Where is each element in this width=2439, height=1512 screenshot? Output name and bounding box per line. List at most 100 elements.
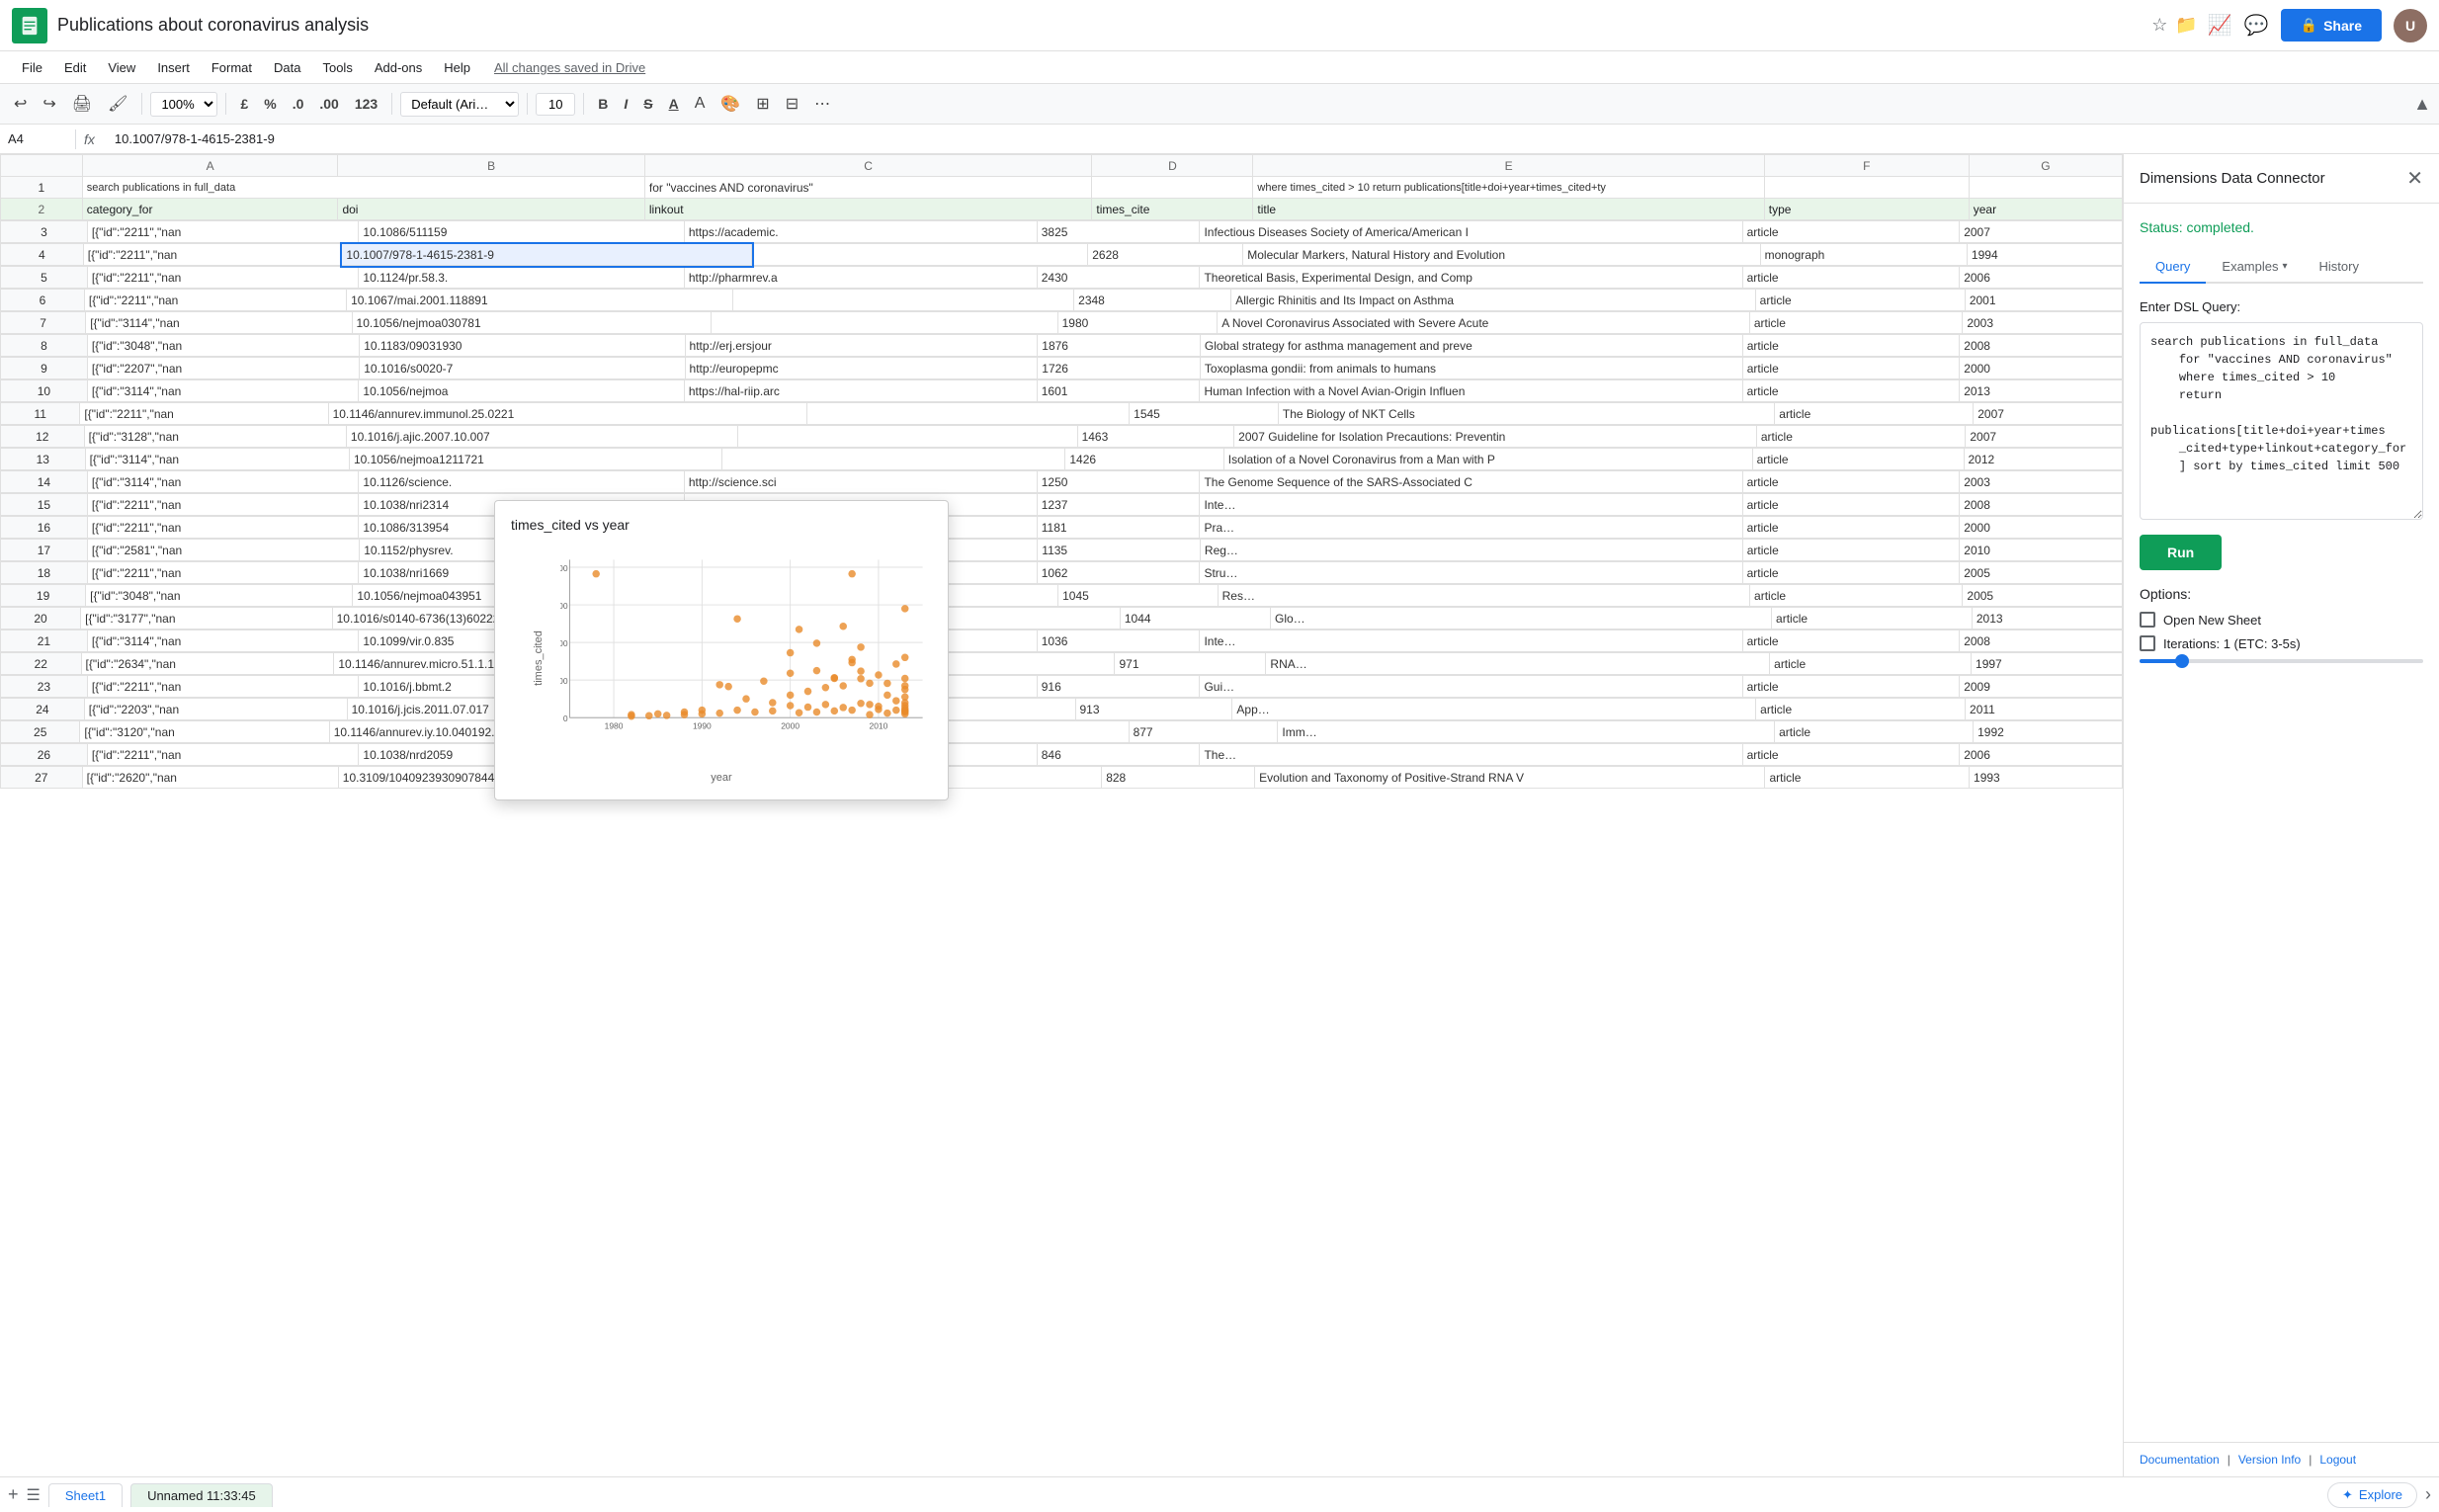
cell-G10[interactable]: 2013 — [1960, 380, 2123, 402]
menu-format[interactable]: Format — [202, 56, 262, 79]
cell-F19[interactable]: article — [1750, 585, 1963, 607]
cell-A6[interactable]: [{"id":"2211","nan — [84, 290, 346, 311]
cell-E23[interactable]: Gui… — [1200, 676, 1742, 698]
cell-D25[interactable]: 877 — [1129, 721, 1278, 743]
cell-F1[interactable] — [1764, 177, 1969, 199]
cell-E9[interactable]: Toxoplasma gondii: from animals to human… — [1200, 358, 1742, 379]
cell-F11[interactable]: article — [1775, 403, 1974, 425]
col-header-C[interactable]: C — [644, 155, 1092, 177]
cell-F20[interactable]: article — [1772, 608, 1973, 630]
cell-A15[interactable]: [{"id":"2211","nan — [87, 494, 359, 516]
run-button[interactable]: Run — [2140, 535, 2222, 570]
bold-button[interactable]: B — [592, 92, 614, 116]
paint-format-button[interactable]: 🖌 — [102, 90, 133, 118]
cell-A16[interactable]: [{"id":"2211","nan — [87, 517, 359, 539]
underline-button[interactable]: A — [663, 92, 685, 116]
cell-G25[interactable]: 1992 — [1974, 721, 2123, 743]
cell-B10[interactable]: 10.1056/nejmoa — [359, 380, 684, 402]
comments-icon[interactable]: 💬 — [2244, 13, 2269, 38]
cell-G17[interactable]: 2010 — [1960, 540, 2123, 561]
cell-F8[interactable]: article — [1742, 335, 1960, 357]
cell-D1[interactable] — [1092, 177, 1253, 199]
cell-F23[interactable]: article — [1742, 676, 1960, 698]
cell-B13[interactable]: 10.1056/nejmoa1211721 — [349, 449, 721, 470]
cell-C5[interactable]: http://pharmrev.a — [684, 267, 1037, 289]
font-select[interactable]: Default (Ari… — [400, 92, 519, 117]
cell-A23[interactable]: [{"id":"2211","nan — [87, 676, 359, 698]
cell-F12[interactable]: article — [1756, 426, 1965, 448]
cell-E14[interactable]: The Genome Sequence of the SARS-Associat… — [1200, 471, 1742, 493]
more-button[interactable]: ⋯ — [808, 90, 836, 118]
menu-view[interactable]: View — [98, 56, 145, 79]
cell-A25[interactable]: [{"id":"3120","nan — [80, 721, 329, 743]
cell-C8[interactable]: http://erj.ersjour — [685, 335, 1038, 357]
cell-A11[interactable]: [{"id":"2211","nan — [80, 403, 328, 425]
version-info-link[interactable]: Version Info — [2238, 1453, 2301, 1467]
cell-C13[interactable] — [721, 449, 1065, 470]
sheet-tab-named-range[interactable]: Unnamed 11:33:45 — [130, 1483, 273, 1507]
cell-E1[interactable]: where times_cited > 10 return publicatio… — [1253, 177, 1764, 199]
cell-C6[interactable] — [733, 290, 1074, 311]
cell-A26[interactable]: [{"id":"2211","nan — [87, 744, 359, 766]
cell-C1[interactable]: for "vaccines AND coronavirus" — [644, 177, 1092, 199]
dsl-query-input[interactable] — [2140, 322, 2423, 520]
cell-E5[interactable]: Theoretical Basis, Experimental Design, … — [1200, 267, 1742, 289]
sheet-tab-sheet1[interactable]: Sheet1 — [48, 1483, 123, 1507]
cell-F18[interactable]: article — [1742, 562, 1960, 584]
cell-D21[interactable]: 1036 — [1037, 630, 1200, 652]
cell-B6[interactable]: 10.1067/mai.2001.118891 — [347, 290, 733, 311]
menu-addons[interactable]: Add-ons — [365, 56, 432, 79]
cell-E2[interactable]: title — [1253, 199, 1764, 220]
cell-F4[interactable]: monograph — [1760, 244, 1967, 266]
cell-D27[interactable]: 828 — [1102, 767, 1255, 789]
cell-F21[interactable]: article — [1742, 630, 1960, 652]
collapse-toolbar-button[interactable]: ▲ — [2413, 94, 2431, 115]
cell-E17[interactable]: Reg… — [1200, 540, 1742, 561]
cell-E8[interactable]: Global strategy for asthma management an… — [1200, 335, 1742, 357]
iterations-slider[interactable] — [2140, 659, 2423, 663]
cell-A19[interactable]: [{"id":"3048","nan — [86, 585, 353, 607]
cell-A5[interactable]: [{"id":"2211","nan — [87, 267, 359, 289]
cell-D10[interactable]: 1601 — [1037, 380, 1200, 402]
cell-D9[interactable]: 1726 — [1038, 358, 1201, 379]
cell-A14[interactable]: [{"id":"3114","nan — [87, 471, 359, 493]
cell-G14[interactable]: 2003 — [1960, 471, 2123, 493]
cell-reference[interactable]: A4 — [8, 131, 67, 146]
cell-A10[interactable]: [{"id":"3114","nan — [87, 380, 359, 402]
cell-A20[interactable]: [{"id":"3177","nan — [81, 608, 332, 630]
cell-B8[interactable]: 10.1183/09031930 — [360, 335, 685, 357]
cell-C3[interactable]: https://academic. — [684, 221, 1037, 243]
cell-E10[interactable]: Human Infection with a Novel Avian-Origi… — [1200, 380, 1742, 402]
cell-G5[interactable]: 2006 — [1960, 267, 2123, 289]
cell-E3[interactable]: Infectious Diseases Society of America/A… — [1200, 221, 1742, 243]
cell-B11[interactable]: 10.1146/annurev.immunol.25.0221 — [328, 403, 806, 425]
cell-G18[interactable]: 2005 — [1960, 562, 2123, 584]
close-side-panel-button[interactable]: ✕ — [2406, 166, 2423, 191]
cell-A2[interactable]: category_for — [82, 199, 338, 220]
menu-data[interactable]: Data — [264, 56, 310, 79]
cell-C4[interactable] — [752, 244, 1088, 266]
add-sheet-button[interactable]: + — [8, 1484, 19, 1505]
cell-F2[interactable]: type — [1764, 199, 1969, 220]
cell-F17[interactable]: article — [1742, 540, 1960, 561]
cell-F26[interactable]: article — [1742, 744, 1960, 766]
iterations-checkbox[interactable] — [2140, 635, 2155, 651]
sheet-table-wrapper[interactable]: A B C D E F G 1 search publications in f… — [0, 154, 2123, 1476]
cell-A9[interactable]: [{"id":"2207","nan — [87, 358, 359, 379]
open-new-sheet-checkbox[interactable] — [2140, 612, 2155, 628]
folder-icon[interactable]: 📁 — [2175, 15, 2197, 36]
cell-G1[interactable] — [1969, 177, 2122, 199]
cell-B7[interactable]: 10.1056/nejmoa030781 — [352, 312, 712, 334]
undo-button[interactable]: ↩ — [8, 90, 33, 118]
percent-button[interactable]: % — [258, 92, 282, 116]
text-color-button[interactable]: A — [689, 91, 712, 117]
cell-G9[interactable]: 2000 — [1960, 358, 2123, 379]
cell-B9[interactable]: 10.1016/s0020-7 — [360, 358, 685, 379]
cell-A7[interactable]: [{"id":"3114","nan — [86, 312, 352, 334]
cell-D3[interactable]: 3825 — [1037, 221, 1200, 243]
cell-C14[interactable]: http://science.sci — [684, 471, 1037, 493]
cell-C10[interactable]: https://hal-riip.arc — [684, 380, 1037, 402]
user-avatar[interactable]: U — [2394, 9, 2427, 42]
cell-A1[interactable]: search publications in full_data — [82, 177, 644, 199]
strikethrough-button[interactable]: S — [637, 92, 658, 116]
